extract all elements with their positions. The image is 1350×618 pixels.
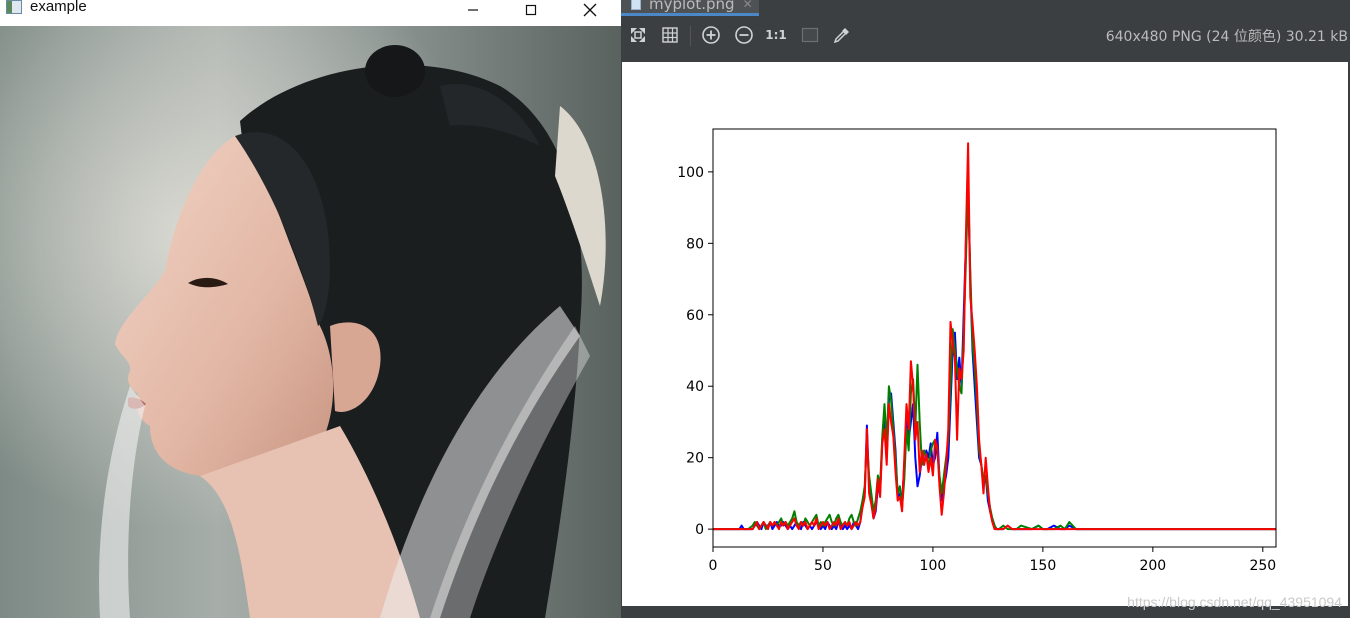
zoom-in-button[interactable] <box>700 24 722 46</box>
zoom-in-icon <box>702 26 720 44</box>
y-tick-label: 20 <box>686 451 704 467</box>
tab-label: myplot.png <box>649 0 735 13</box>
color-picker-button[interactable] <box>831 24 853 46</box>
zoom-out-button[interactable] <box>733 24 755 46</box>
background-button[interactable] <box>799 24 821 46</box>
png-file-icon <box>631 0 641 10</box>
image-viewer: myplot.png ✕ 1:1 640x480 PNG (24 位颜色) 30… <box>621 0 1350 618</box>
tab-myplot[interactable]: myplot.png ✕ <box>621 0 759 16</box>
maximize-button[interactable] <box>506 0 556 20</box>
minimize-icon <box>468 9 478 11</box>
image-window-icon <box>6 0 22 14</box>
histogram-plot: 0 50 100 150 200 250 0 20 40 60 80 100 <box>622 62 1348 606</box>
x-tick-label: 100 <box>920 558 947 574</box>
x-tick-label: 50 <box>814 558 832 574</box>
grid-icon <box>662 27 678 43</box>
tab-close-icon[interactable]: ✕ <box>743 0 753 11</box>
y-tick-label: 100 <box>677 165 704 181</box>
x-tick-label: 200 <box>1139 558 1166 574</box>
x-tick-label: 250 <box>1249 558 1276 574</box>
window-titlebar[interactable]: example <box>0 0 621 26</box>
fit-zoom-button[interactable] <box>627 24 649 46</box>
portrait-photo <box>0 26 621 618</box>
actual-size-button[interactable]: 1:1 <box>765 24 787 46</box>
close-icon <box>583 3 597 17</box>
y-tick-label: 80 <box>686 236 704 252</box>
minimize-button[interactable] <box>448 0 498 20</box>
fit-zoom-icon <box>631 28 645 42</box>
editor-tab-bar: myplot.png ✕ <box>621 0 1350 16</box>
viewer-toolbar: 1:1 640x480 PNG (24 位颜色) 30.21 kB <box>621 16 1350 54</box>
image-canvas-area[interactable]: 0 50 100 150 200 250 0 20 40 60 80 100 https://blog… <box>621 54 1350 618</box>
toolbar-divider <box>690 26 691 46</box>
y-tick-label: 60 <box>686 308 704 324</box>
y-tick-label: 40 <box>686 379 704 395</box>
color-picker-icon <box>833 28 849 44</box>
watermark: https://blog.csdn.net/qq_43951094 <box>1127 594 1342 610</box>
x-tick-label: 0 <box>709 558 718 574</box>
example-window: example <box>0 0 621 618</box>
grid-button[interactable] <box>659 24 681 46</box>
y-tick-label: 0 <box>695 522 704 538</box>
actual-size-icon: 1:1 <box>765 28 787 42</box>
window-title: example <box>30 0 87 15</box>
maximize-icon <box>525 4 537 16</box>
image-info: 640x480 PNG (24 位颜色) 30.21 kB <box>1105 29 1348 45</box>
zoom-out-icon <box>735 26 753 44</box>
background-icon <box>801 27 819 43</box>
x-tick-label: 150 <box>1030 558 1057 574</box>
close-button[interactable] <box>565 0 615 20</box>
